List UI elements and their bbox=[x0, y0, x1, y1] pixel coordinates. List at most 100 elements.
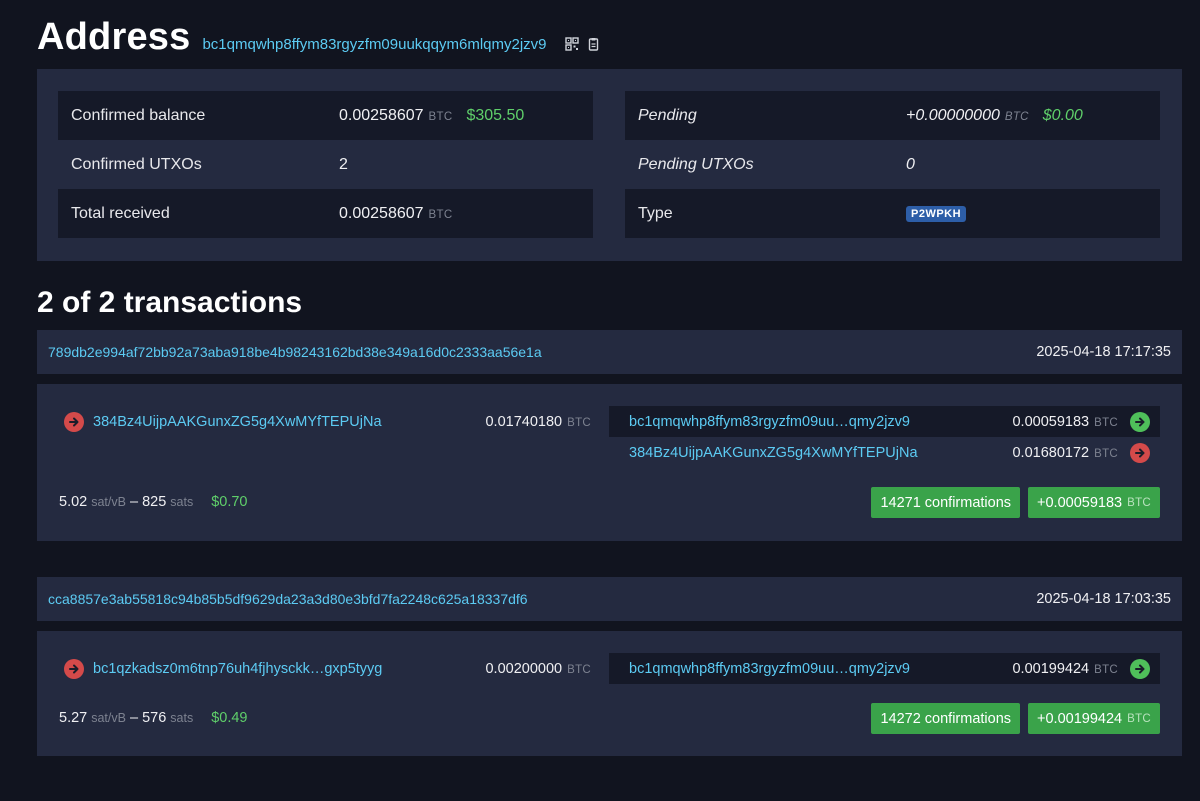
header-icons bbox=[559, 37, 601, 51]
type-row: Type P2WPKH bbox=[625, 189, 1160, 238]
confirmed-balance-value: 0.00258607 BTC $305.50 bbox=[339, 107, 524, 125]
output-amount-unit: BTC bbox=[1094, 416, 1118, 429]
output-address-link[interactable]: bc1qmqwhp8ffym83rgyzfm09uu…qmy2jzv9 bbox=[629, 661, 910, 677]
total-received-label: Total received bbox=[71, 204, 170, 222]
net-amount-value: +0.00059183 bbox=[1037, 494, 1123, 511]
fee-fiat: $0.49 bbox=[211, 710, 248, 726]
net-amount-value: +0.00199424 bbox=[1037, 710, 1123, 727]
total-received-row: Total received 0.00258607 BTC bbox=[58, 189, 593, 238]
address-hash-link[interactable]: bc1qmqwhp8ffym83rgyzfm09uukqqym6mlqmy2jz… bbox=[202, 36, 546, 53]
fee-info: 5.27 sat/vB – 576 sats $0.49 bbox=[59, 710, 248, 726]
fee-sats: 825 bbox=[142, 494, 167, 510]
qr-code-icon[interactable] bbox=[564, 37, 579, 51]
pending-unit: BTC bbox=[1004, 110, 1029, 123]
arrow-right-circle-icon[interactable] bbox=[1130, 658, 1150, 679]
net-amount-button[interactable]: +0.00199424 BTC bbox=[1028, 703, 1160, 734]
fee-fiat: $0.70 bbox=[211, 494, 248, 510]
output-amount-value: 0.01680172 bbox=[1012, 444, 1090, 461]
transaction-body-1: 384Bz4UijpAAKGunxZG5g4XwMYfTEPUjNa 0.017… bbox=[37, 384, 1182, 541]
transaction-header-1: 789db2e994af72bb92a73aba918be4b98243162b… bbox=[37, 330, 1182, 374]
output-address-link[interactable]: 384Bz4UijpAAKGunxZG5g4XwMYfTEPUjNa bbox=[629, 445, 918, 461]
net-amount-button[interactable]: +0.00059183 BTC bbox=[1028, 487, 1160, 518]
confirmed-utxos-row: Confirmed UTXOs 2 bbox=[58, 140, 593, 189]
fee-sats-unit: sats bbox=[170, 495, 194, 509]
page: Address bc1qmqwhp8ffym83rgyzfm09uukqqym6… bbox=[0, 0, 1200, 801]
txid-link[interactable]: 789db2e994af72bb92a73aba918be4b98243162b… bbox=[48, 344, 542, 360]
fee-rate: 5.02 bbox=[59, 494, 88, 510]
net-amount-unit: BTC bbox=[1127, 496, 1151, 509]
address-header: Address bc1qmqwhp8ffym83rgyzfm09uukqqym6… bbox=[37, 16, 601, 59]
arrow-right-circle-icon[interactable] bbox=[1130, 442, 1150, 463]
input-amount-value: 0.01740180 bbox=[485, 413, 563, 430]
confirmed-utxos-label: Confirmed UTXOs bbox=[71, 155, 202, 173]
output-address-link[interactable]: bc1qmqwhp8ffym83rgyzfm09uu…qmy2jzv9 bbox=[629, 414, 910, 430]
output-amount-unit: BTC bbox=[1094, 447, 1118, 460]
output-amount-value: 0.00199424 bbox=[1012, 660, 1090, 677]
tx-input-row: bc1qzkadsz0m6tnp76uh4fjhysckk…gxp5tyyg 0… bbox=[64, 653, 591, 684]
output-amount-value: 0.00059183 bbox=[1012, 413, 1090, 430]
tx-timestamp: 2025-04-18 17:03:35 bbox=[1036, 591, 1171, 607]
input-amount-value: 0.00200000 bbox=[485, 660, 563, 677]
output-amount-unit: BTC bbox=[1094, 663, 1118, 676]
confirmations-button[interactable]: 14271 confirmations bbox=[871, 487, 1021, 518]
page-title: Address bbox=[37, 16, 191, 58]
copy-icon[interactable] bbox=[587, 37, 601, 51]
type-value: P2WPKH bbox=[906, 205, 967, 222]
pending-amount: +0.00000000 bbox=[906, 106, 1000, 124]
transaction-body-2: bc1qzkadsz0m6tnp76uh4fjhysckk…gxp5tyyg 0… bbox=[37, 631, 1182, 756]
pending-utxos-label: Pending UTXOs bbox=[638, 155, 754, 173]
fee-separator: – bbox=[129, 494, 139, 510]
confirmed-balance-row: Confirmed balance 0.00258607 BTC $305.50 bbox=[58, 91, 593, 140]
pending-label: Pending bbox=[638, 106, 697, 124]
arrow-right-circle-icon[interactable] bbox=[64, 411, 84, 432]
confirmed-balance-unit: BTC bbox=[428, 110, 453, 123]
fee-info: 5.02 sat/vB – 825 sats $0.70 bbox=[59, 494, 248, 510]
input-address-link[interactable]: bc1qzkadsz0m6tnp76uh4fjhysckk…gxp5tyyg bbox=[93, 661, 382, 677]
tx-output-row: bc1qmqwhp8ffym83rgyzfm09uu…qmy2jzv9 0.00… bbox=[609, 653, 1160, 684]
fee-rate-unit: sat/vB bbox=[91, 495, 126, 509]
type-label: Type bbox=[638, 204, 673, 222]
transaction-header-2: cca8857e3ab55818c94b85b5df9629da23a3d80e… bbox=[37, 577, 1182, 621]
input-amount: 0.01740180 BTC bbox=[485, 414, 591, 430]
confirmed-balance-label: Confirmed balance bbox=[71, 106, 206, 124]
input-amount: 0.00200000 BTC bbox=[485, 661, 591, 677]
pending-fiat: $0.00 bbox=[1042, 106, 1083, 124]
summary-pending-column: Pending +0.00000000 BTC $0.00 Pending UT… bbox=[625, 91, 1160, 238]
output-amount: 0.01680172 BTC bbox=[1012, 445, 1118, 461]
input-amount-unit: BTC bbox=[567, 416, 591, 429]
confirmations-button[interactable]: 14272 confirmations bbox=[871, 703, 1021, 734]
tx-input-row: 384Bz4UijpAAKGunxZG5g4XwMYfTEPUjNa 0.017… bbox=[64, 406, 591, 437]
confirmed-balance-amount: 0.00258607 bbox=[339, 106, 424, 124]
output-amount: 0.00199424 BTC bbox=[1012, 661, 1118, 677]
total-received-unit: BTC bbox=[428, 208, 453, 221]
tx-status-buttons: 14271 confirmations +0.00059183 BTC bbox=[871, 487, 1160, 518]
tx-status-buttons: 14272 confirmations +0.00199424 BTC bbox=[871, 703, 1160, 734]
fee-sats-unit: sats bbox=[170, 711, 194, 725]
pending-row: Pending +0.00000000 BTC $0.00 bbox=[625, 91, 1160, 140]
confirmed-utxos-value: 2 bbox=[339, 155, 348, 173]
pending-utxos-row: Pending UTXOs 0 bbox=[625, 140, 1160, 189]
total-received-amount: 0.00258607 bbox=[339, 204, 424, 222]
tx-timestamp: 2025-04-18 17:17:35 bbox=[1036, 344, 1171, 360]
fee-sats: 576 bbox=[142, 710, 167, 726]
input-amount-unit: BTC bbox=[567, 663, 591, 676]
confirmed-balance-fiat: $305.50 bbox=[466, 106, 525, 124]
arrow-right-circle-icon[interactable] bbox=[64, 658, 84, 679]
fee-separator: – bbox=[129, 710, 139, 726]
address-summary-card: Confirmed balance 0.00258607 BTC $305.50… bbox=[37, 69, 1182, 261]
net-amount-unit: BTC bbox=[1127, 712, 1151, 725]
summary-confirmed-column: Confirmed balance 0.00258607 BTC $305.50… bbox=[58, 91, 593, 238]
pending-value: +0.00000000 BTC $0.00 bbox=[906, 107, 1083, 125]
tx-output-row: bc1qmqwhp8ffym83rgyzfm09uu…qmy2jzv9 0.00… bbox=[609, 406, 1160, 437]
txid-link[interactable]: cca8857e3ab55818c94b85b5df9629da23a3d80e… bbox=[48, 591, 528, 607]
address-type-badge: P2WPKH bbox=[906, 205, 967, 222]
arrow-right-circle-icon[interactable] bbox=[1130, 411, 1150, 432]
pending-utxos-value: 0 bbox=[906, 155, 915, 173]
input-address-link[interactable]: 384Bz4UijpAAKGunxZG5g4XwMYfTEPUjNa bbox=[93, 414, 382, 430]
fee-rate-unit: sat/vB bbox=[91, 711, 126, 725]
tx-output-row: 384Bz4UijpAAKGunxZG5g4XwMYfTEPUjNa 0.016… bbox=[609, 437, 1160, 468]
transactions-heading: 2 of 2 transactions bbox=[37, 286, 303, 319]
fee-rate: 5.27 bbox=[59, 710, 88, 726]
total-received-value: 0.00258607 BTC bbox=[339, 205, 452, 223]
output-amount: 0.00059183 BTC bbox=[1012, 414, 1118, 430]
